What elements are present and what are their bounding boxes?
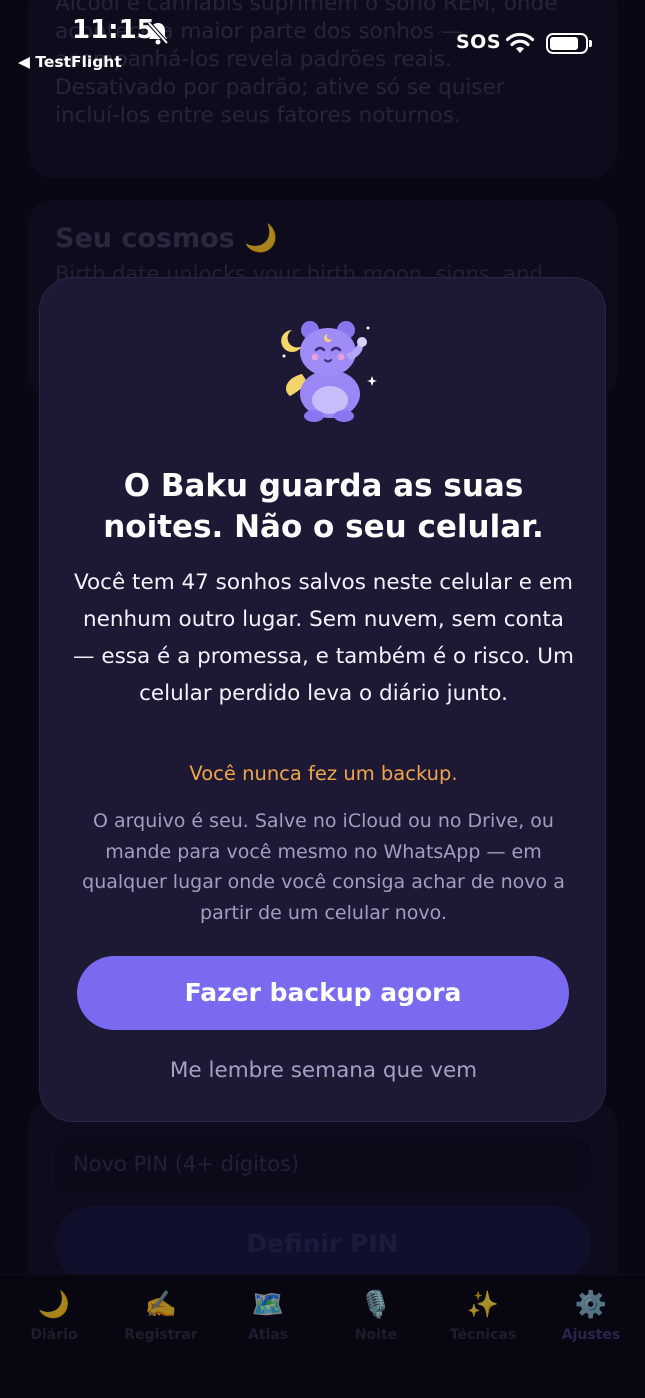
- status-bar: 11:15 ◀ TestFlight SOS: [0, 0, 645, 80]
- modal-body: Você tem 47 sonhos salvos neste celular …: [73, 570, 574, 706]
- backup-now-button[interactable]: Fazer backup agora: [77, 956, 569, 1030]
- modal-title: O Baku guarda as suas noites. Não o seu …: [103, 468, 544, 545]
- battery-icon: [546, 33, 592, 54]
- remind-next-week-link[interactable]: Me lembre semana que vem: [60, 1058, 587, 1083]
- baku-mascot-icon: [281, 321, 377, 422]
- modal-note: O arquivo é seu. Salve no iCloud ou no D…: [82, 810, 565, 924]
- wifi-icon: [505, 32, 535, 53]
- silent-bell-icon: [147, 21, 169, 45]
- clock: 11:15: [72, 15, 155, 45]
- back-to-testflight[interactable]: ◀ TestFlight: [18, 53, 122, 71]
- backup-reminder-modal: O Baku guarda as suas noites. Não o seu …: [39, 277, 606, 1122]
- carrier-sos: SOS: [456, 31, 502, 53]
- backup-warning: Você nunca fez um backup.: [189, 762, 458, 785]
